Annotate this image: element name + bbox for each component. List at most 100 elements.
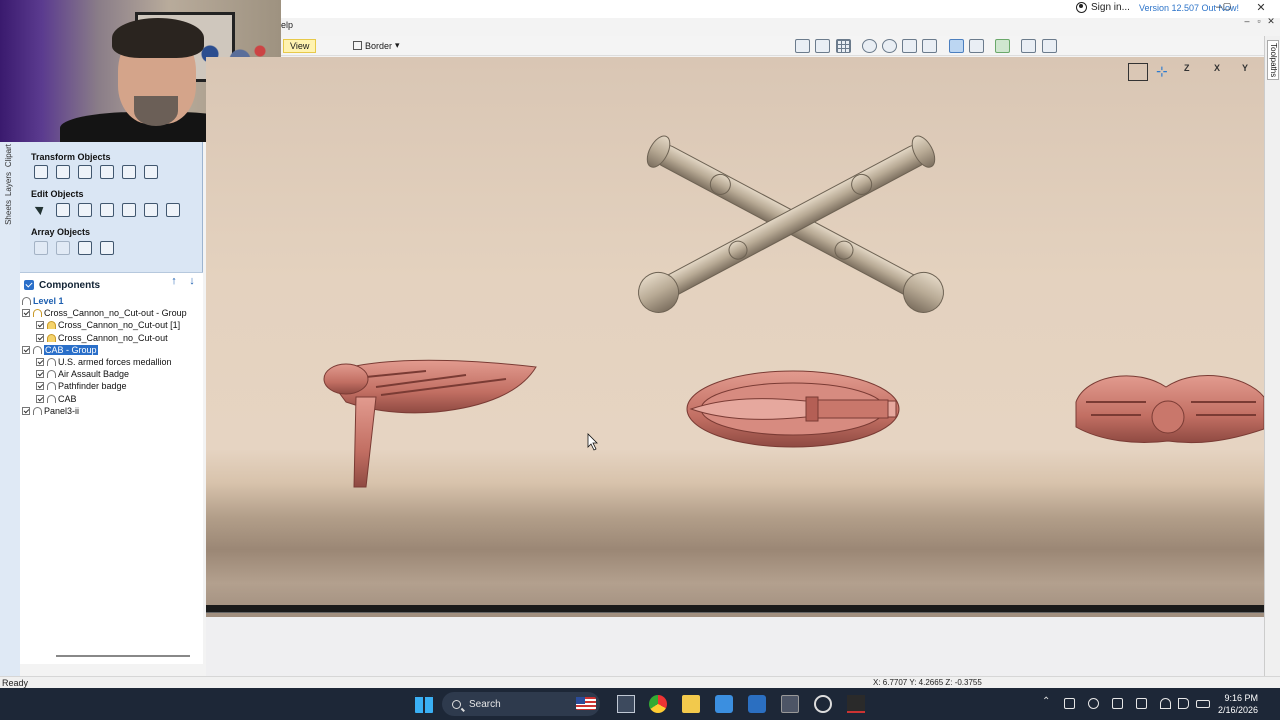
mirror-icon[interactable] (100, 165, 114, 179)
interactive-trim-icon[interactable] (100, 203, 114, 217)
tree-item[interactable]: Level 1 (22, 295, 202, 307)
tile-view-icon[interactable] (1042, 39, 1057, 53)
tray-app-icon[interactable] (1112, 698, 1123, 709)
edit-objects-title: Edit Objects (31, 189, 84, 199)
edit-tools (34, 203, 180, 217)
delete-nodes-icon[interactable] (122, 203, 136, 217)
language-flag-icon[interactable] (576, 697, 596, 710)
layers-tab[interactable]: Layers (4, 172, 16, 196)
battery-icon[interactable] (1196, 700, 1210, 708)
meet-icon[interactable] (1136, 698, 1147, 709)
air-assault-badge-relief[interactable] (1075, 375, 1264, 444)
vectric-icon[interactable] (847, 695, 865, 713)
y-axis-label: Y (1242, 63, 1249, 73)
chevron-up-icon[interactable]: ⌃ (1042, 696, 1053, 707)
zoom-window-icon[interactable] (815, 39, 830, 53)
close-button[interactable]: ✕ (1254, 1, 1268, 14)
status-bar: Ready X: 6.7707 Y: 4.2665 Z: -0.3755 (0, 676, 1280, 688)
iso-view-icon[interactable]: ⊹ (1156, 63, 1168, 81)
visibility-checkbox[interactable] (36, 321, 44, 330)
move-icon[interactable] (34, 165, 48, 179)
visibility-checkbox[interactable] (36, 394, 44, 403)
top-view-icon[interactable]: Z (1184, 63, 1190, 81)
side-view-icon[interactable]: Y (1242, 63, 1248, 81)
recorder-icon[interactable] (814, 695, 832, 713)
component-icon (33, 406, 42, 415)
tree-item[interactable]: Cross_Cannon_no_Cut-out [1] (22, 319, 202, 331)
cross-cannon-relief[interactable] (632, 130, 951, 320)
visibility-checkbox[interactable] (36, 370, 44, 379)
wifi-icon[interactable] (1160, 698, 1171, 709)
chrome-icon[interactable] (649, 695, 667, 713)
toolpaths-tab[interactable]: Toolpaths (1267, 40, 1279, 80)
tree-item[interactable]: Cross_Cannon_no_Cut-out - Group (22, 307, 202, 319)
visibility-checkbox[interactable] (22, 345, 30, 354)
tree-item[interactable]: U.S. armed forces medallion (22, 356, 202, 368)
tree-item[interactable]: Panel3-ii (22, 405, 202, 417)
store-icon[interactable] (715, 695, 733, 713)
pan-icon[interactable] (862, 39, 877, 53)
array-objects-title: Array Objects (31, 227, 91, 237)
components-toggle-icon[interactable] (24, 280, 34, 290)
taskbar-clock[interactable]: 9:16 PM 2/16/2026 (1218, 692, 1258, 716)
zoom-extents-icon[interactable] (795, 39, 810, 53)
zoom-out-icon[interactable] (922, 39, 937, 53)
sign-in-button[interactable]: Sign in... (1076, 2, 1130, 13)
move-up-icon[interactable]: ↑ (168, 275, 180, 288)
smooth-curve-icon[interactable] (144, 203, 158, 217)
paint-icon[interactable] (748, 695, 766, 713)
tree-item-label: Air Assault Badge (58, 369, 130, 380)
move-down-icon[interactable]: ↓ (186, 275, 198, 288)
visibility-checkbox[interactable] (36, 358, 44, 367)
clipart-tab[interactable]: Clipart (4, 144, 16, 167)
node-edit-icon[interactable] (56, 203, 70, 217)
rotate-icon[interactable] (78, 165, 92, 179)
tree-item[interactable]: Air Assault Badge (22, 368, 202, 380)
task-view-icon[interactable] (617, 695, 635, 713)
center-icon[interactable] (144, 165, 158, 179)
tree-item[interactable]: Pathfinder badge (22, 380, 202, 392)
nesting-icon[interactable] (100, 241, 114, 255)
app-icon[interactable] (781, 695, 799, 713)
onedrive-icon[interactable] (1064, 698, 1075, 709)
transform-icon[interactable] (78, 203, 92, 217)
sheets-tab[interactable]: Sheets (4, 200, 16, 225)
zoom-in-icon[interactable] (902, 39, 917, 53)
split-view-icon[interactable] (1021, 39, 1036, 53)
material-icon[interactable] (995, 39, 1010, 53)
fit-view-icon[interactable] (1128, 63, 1148, 81)
grid-icon[interactable] (836, 39, 851, 53)
view-tab[interactable]: View (283, 39, 317, 53)
inner-close-button[interactable]: ✕ (1264, 16, 1278, 27)
front-view-icon[interactable]: X (1214, 63, 1220, 81)
circular-copy-icon[interactable] (56, 241, 70, 255)
3d-view[interactable]: ⊹ Z X Y (206, 57, 1264, 676)
menu-help[interactable]: elp (281, 20, 293, 30)
select-icon[interactable] (34, 203, 48, 217)
mic-icon[interactable] (1088, 698, 1099, 709)
copy-along-vector-icon[interactable] (78, 241, 92, 255)
file-explorer-icon[interactable] (682, 695, 700, 713)
border-dropdown-label: Border (365, 40, 393, 51)
render-icon[interactable] (949, 39, 964, 53)
border-dropdown[interactable]: Border ▾ (353, 40, 400, 51)
tree-item[interactable]: CAB (22, 393, 202, 405)
windows-start-icon[interactable] (415, 695, 433, 713)
visibility-checkbox[interactable] (22, 309, 30, 318)
zoom-icon[interactable] (882, 39, 897, 53)
horizontal-scrollbar[interactable] (56, 655, 190, 657)
visibility-checkbox[interactable] (36, 382, 44, 391)
pathfinder-badge-relief[interactable] (323, 359, 537, 488)
block-copy-icon[interactable] (34, 241, 48, 255)
maximize-button[interactable]: ▢ (1220, 1, 1234, 12)
visibility-checkbox[interactable] (22, 406, 30, 415)
volume-icon[interactable] (1178, 698, 1189, 709)
scale-icon[interactable] (122, 165, 136, 179)
shading-icon[interactable] (969, 39, 984, 53)
tree-item[interactable]: CAB - Group (22, 344, 202, 356)
align-icon[interactable] (56, 165, 70, 179)
fillet-icon[interactable] (166, 203, 180, 217)
tree-item[interactable]: Cross_Cannon_no_Cut-out (22, 332, 202, 344)
cab-relief[interactable] (686, 370, 900, 448)
visibility-checkbox[interactable] (36, 333, 44, 342)
